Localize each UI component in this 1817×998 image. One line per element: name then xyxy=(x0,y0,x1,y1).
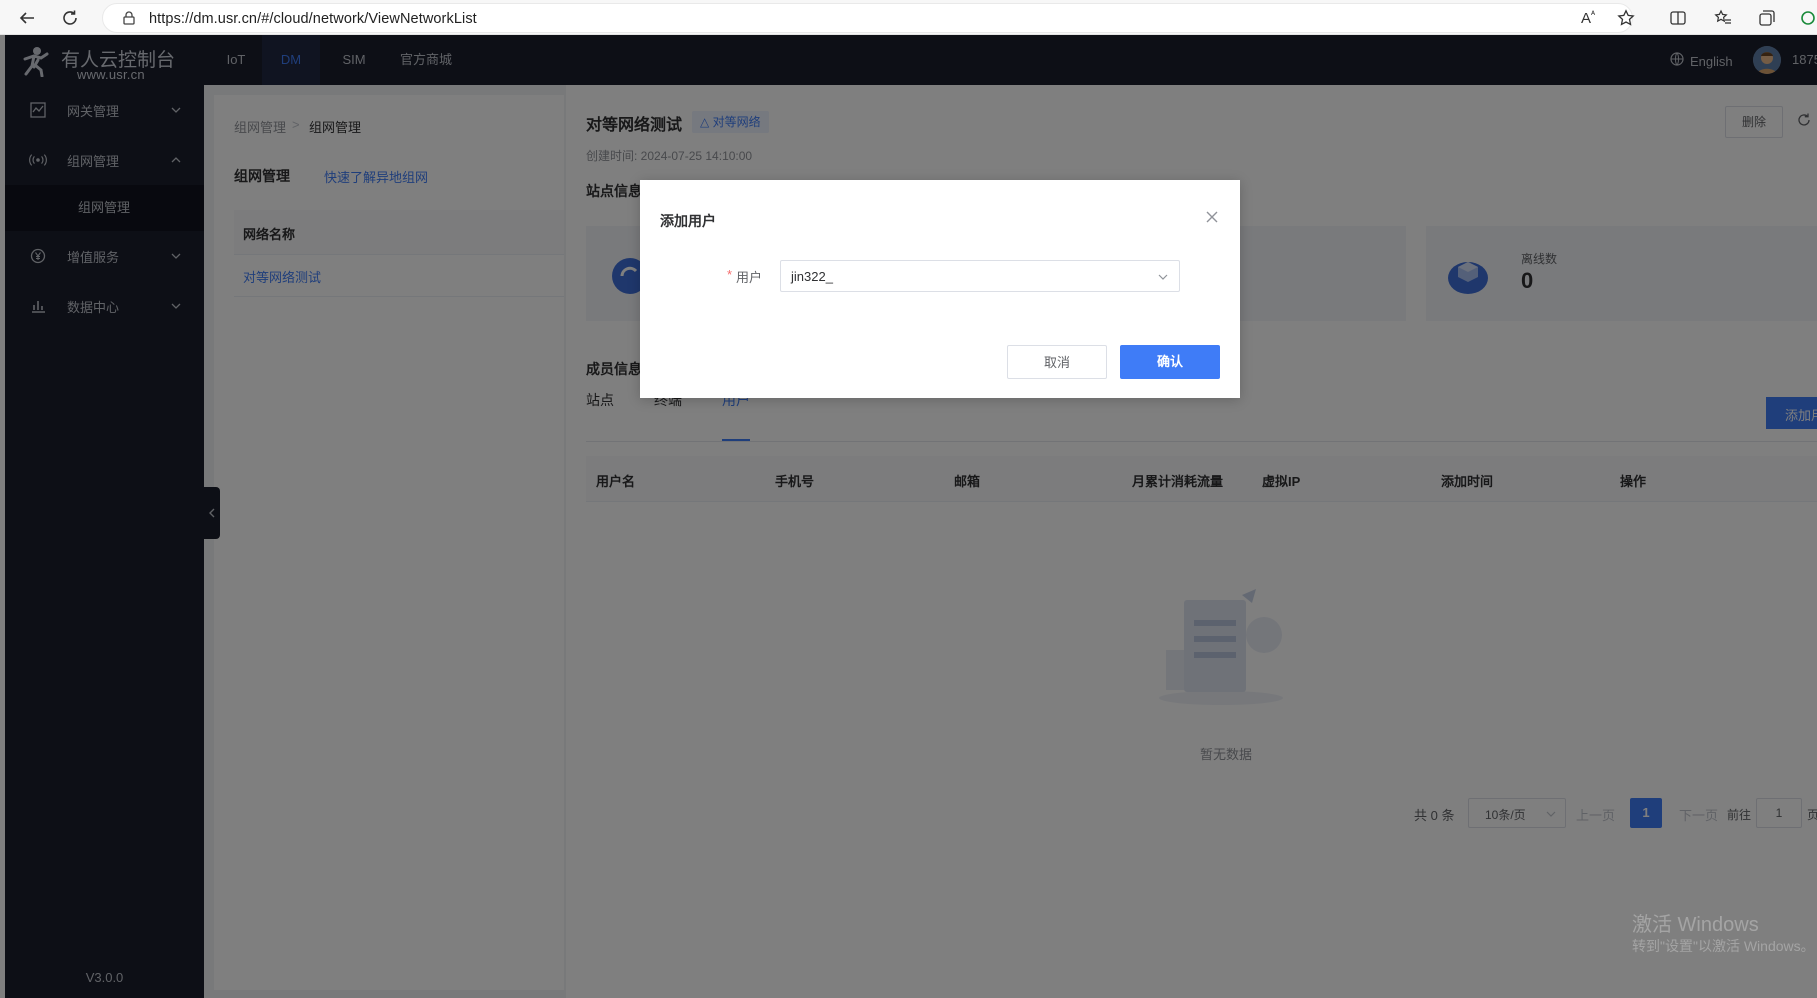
chevron-down-icon xyxy=(1157,270,1169,288)
address-bar[interactable]: https://dm.usr.cn/#/cloud/network/ViewNe… xyxy=(102,3,1633,33)
refresh-icon[interactable] xyxy=(56,4,84,32)
user-select[interactable]: jin322_ xyxy=(780,260,1180,292)
split-screen-icon[interactable] xyxy=(1665,5,1691,31)
favorite-star-icon[interactable] xyxy=(1613,5,1639,31)
favorites-icon[interactable] xyxy=(1710,5,1736,31)
add-user-dialog: 添加用户 * 用户 jin322_ 取消 确认 xyxy=(640,180,1240,398)
close-icon[interactable] xyxy=(1205,210,1219,229)
cancel-button[interactable]: 取消 xyxy=(1007,345,1107,379)
user-select-value: jin322_ xyxy=(791,269,833,284)
url-text[interactable]: https://dm.usr.cn/#/cloud/network/ViewNe… xyxy=(149,11,477,27)
confirm-button[interactable]: 确认 xyxy=(1120,345,1220,379)
windows-activation-watermark-subtitle: 转到"设置"以激活 Windows。 xyxy=(1632,938,1815,954)
back-arrow-icon[interactable] xyxy=(13,4,41,32)
required-mark: * xyxy=(727,267,733,282)
dialog-title: 添加用户 xyxy=(660,213,716,229)
collections-icon[interactable] xyxy=(1754,5,1780,31)
user-field-label: 用户 xyxy=(736,270,763,285)
read-aloud-icon[interactable]: Aᴬ xyxy=(1575,5,1601,31)
windows-activation-watermark-title: 激活 Windows xyxy=(1632,914,1759,936)
browser-toolbar: https://dm.usr.cn/#/cloud/network/ViewNe… xyxy=(0,0,1817,35)
lock-icon[interactable] xyxy=(121,10,137,26)
extension-icon[interactable] xyxy=(1795,5,1817,31)
